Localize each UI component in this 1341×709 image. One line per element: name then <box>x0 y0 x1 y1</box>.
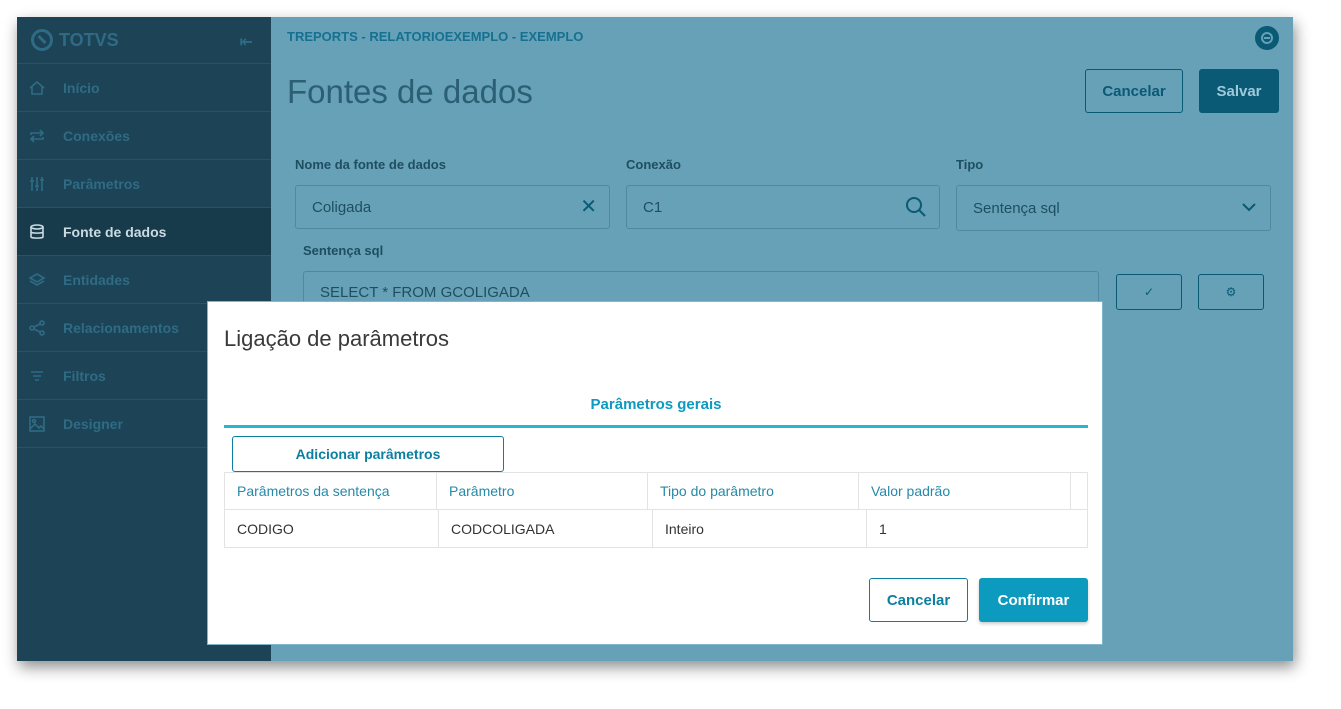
tab-label: Parâmetros gerais <box>590 396 722 413</box>
chevron-down-icon <box>1240 198 1258 220</box>
table-row[interactable]: CODIGO CODCOLIGADA Inteiro 1 <box>225 510 1087 547</box>
parameter-binding-dialog: Ligação de parâmetros Parâmetros gerais … <box>207 301 1103 645</box>
totvs-logo-icon <box>31 29 53 51</box>
sidebar-item-label: Parâmetros <box>63 175 141 192</box>
column-header[interactable]: Tipo do parâmetro <box>648 473 859 509</box>
dialog-cancel-button[interactable]: Cancelar <box>869 578 968 622</box>
connection-field-value: C1 <box>643 198 663 216</box>
table-header-row: Parâmetros da sentença Parâmetro Tipo do… <box>225 473 1087 510</box>
sidebar-item-label: Entidades <box>63 271 130 288</box>
type-select-value: Sentença sql <box>973 199 1060 217</box>
table-cell: 1 <box>879 520 887 537</box>
filter-icon <box>27 366 47 386</box>
sql-field-label: Sentença sql <box>303 243 384 258</box>
image-icon <box>27 414 47 434</box>
sql-textarea-value: SELECT * FROM GCOLIGADA <box>320 284 530 301</box>
tab-active-indicator <box>224 425 1088 428</box>
tab-parametros-gerais[interactable]: Parâmetros gerais <box>224 388 1088 428</box>
gear-icon: ⚙ <box>1225 285 1237 299</box>
sidebar-item-label: Conexões <box>63 127 130 144</box>
table-cell[interactable]: CODCOLIGADA <box>439 510 653 547</box>
layers-icon <box>27 270 47 290</box>
sidebar-item-parametros[interactable]: Parâmetros <box>17 160 271 208</box>
sync-arrows-icon <box>27 126 47 146</box>
table-cell: CODIGO <box>225 510 439 547</box>
type-field-label: Tipo <box>956 157 984 172</box>
sliders-icon <box>27 174 47 194</box>
sidebar-item-conexoes[interactable]: Conexões <box>17 112 271 160</box>
column-header[interactable]: Parâmetro <box>437 473 648 509</box>
sidebar-item-entidades[interactable]: Entidades <box>17 256 271 304</box>
sidebar-item-inicio[interactable]: Início <box>17 64 271 112</box>
breadcrumb[interactable]: TREPORTS - RELATORIOEXEMPLO - EXEMPLO <box>287 29 583 44</box>
parameters-table: Parâmetros da sentença Parâmetro Tipo do… <box>224 472 1088 548</box>
cancel-button[interactable]: Cancelar <box>1085 69 1183 113</box>
sidebar-item-label: Início <box>63 79 100 96</box>
sidebar-item-label: Relacionamentos <box>63 319 179 336</box>
add-parameters-button[interactable]: Adicionar parâmetros <box>232 436 504 472</box>
sync-status-icon[interactable] <box>1255 26 1279 50</box>
dialog-confirm-button[interactable]: Confirmar <box>979 578 1088 622</box>
type-select[interactable]: Sentença sql <box>956 185 1271 231</box>
validate-sql-button[interactable]: ✓ <box>1116 274 1182 310</box>
connection-field-label: Conexão <box>626 157 681 172</box>
name-field-label: Nome da fonte de dados <box>295 157 446 172</box>
sql-settings-button[interactable]: ⚙ <box>1198 274 1264 310</box>
sidebar-item-label: Filtros <box>63 367 106 384</box>
search-icon[interactable] <box>905 196 927 222</box>
sidebar-item-label: Fonte de dados <box>63 223 167 240</box>
sidebar-item-fonte-de-dados[interactable]: Fonte de dados <box>17 208 271 256</box>
table-cell: Inteiro <box>653 510 867 547</box>
home-icon <box>27 78 47 98</box>
page-title: Fontes de dados <box>287 73 533 110</box>
column-header-spacer <box>1071 473 1087 509</box>
name-field-value: Coligada <box>312 198 372 216</box>
check-icon: ✓ <box>1143 285 1155 299</box>
connection-field[interactable]: C1 <box>626 185 940 229</box>
save-button[interactable]: Salvar <box>1199 69 1279 113</box>
database-icon <box>27 222 47 242</box>
sidebar-logo: TOTVS ⇤ <box>17 17 271 64</box>
sidebar-item-label: Designer <box>63 415 123 432</box>
column-header[interactable]: Valor padrão <box>859 473 1071 509</box>
name-field[interactable]: Coligada ✕ <box>295 185 610 229</box>
logo-text: TOTVS <box>59 29 119 50</box>
dialog-title: Ligação de parâmetros <box>224 326 450 351</box>
column-header[interactable]: Parâmetros da sentença <box>225 473 437 509</box>
share-nodes-icon <box>27 318 47 338</box>
clear-icon[interactable]: ✕ <box>580 194 597 219</box>
collapse-menu-icon[interactable]: ⇤ <box>240 32 253 52</box>
